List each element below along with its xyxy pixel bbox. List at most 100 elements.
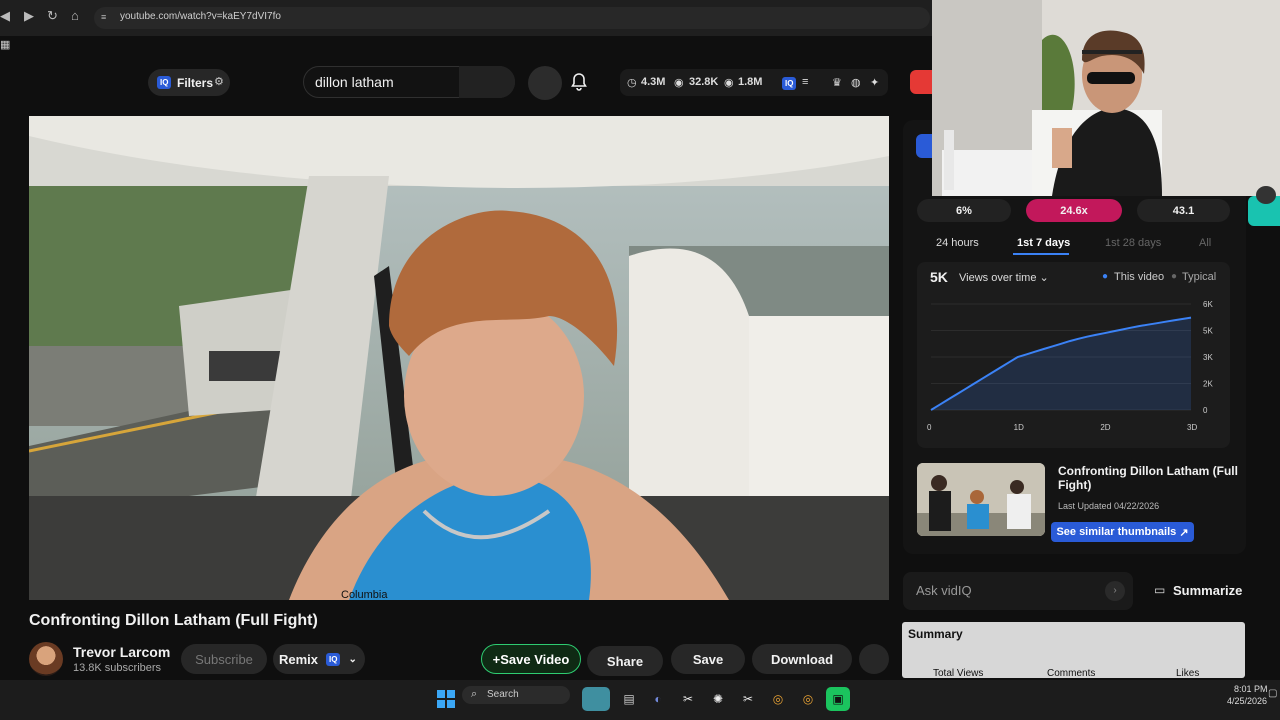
vidiq-icon: IQ <box>157 76 172 89</box>
chatgpt-icon[interactable]: ✺ <box>706 687 730 711</box>
start-icon[interactable] <box>434 687 458 711</box>
y-tick-label: 0 <box>1203 406 1208 415</box>
chrome-icon[interactable]: ◎ <box>766 687 790 711</box>
x-tick-label: 1D <box>1014 423 1024 432</box>
search-query: dillon latham <box>315 74 394 90</box>
file-explorer-icon[interactable]: ▤ <box>617 687 641 711</box>
x-tick-label: 2D <box>1100 423 1110 432</box>
save-label: Save <box>692 651 724 667</box>
summary-col-comments: Comments <box>1047 668 1096 679</box>
trophy-icon[interactable]: ♛ <box>832 76 842 89</box>
browser-toolbar: ◀ ▶ ↻ ⌂ ≡ youtube.com/watch?v=kaEY7dVI7f… <box>0 0 932 36</box>
vidiq-icon[interactable]: IQ <box>782 77 797 90</box>
bell-icon[interactable] <box>569 72 589 92</box>
tab-all[interactable]: All <box>1199 237 1211 249</box>
remix-button[interactable]: Remix IQ ⌄ <box>273 644 365 674</box>
taskbar-search[interactable]: ⌕ Search <box>462 686 570 704</box>
stat-hourly: 32.8K <box>689 76 719 88</box>
clock-icon: ◷ <box>627 77 637 89</box>
shirt-text: Columbia <box>341 589 388 600</box>
webcam-handle[interactable] <box>1256 186 1276 204</box>
views-total: 5K <box>930 269 948 285</box>
summary-card: Summary Total Views Comments Likes <box>902 622 1245 679</box>
y-tick-label: 2K <box>1203 380 1213 389</box>
chat-icon[interactable]: ◍ <box>851 76 861 89</box>
thumbnail-title: Confronting Dillon Latham (Full Fight) <box>1058 464 1238 492</box>
notification-icon[interactable]: ▢ <box>1268 688 1277 699</box>
chrome-profile-icon[interactable]: ◎ <box>796 687 820 711</box>
back-icon[interactable]: ◀ <box>0 8 10 24</box>
last-updated: Last Updated 04/22/2026 <box>1058 501 1160 511</box>
home-icon[interactable]: ⌂ <box>71 8 79 23</box>
search-icon: ⌕ <box>471 688 478 700</box>
webcam-image <box>932 0 1280 196</box>
x-tick-label: 3D <box>1187 423 1197 432</box>
active-app-icon[interactable]: ▣ <box>826 687 850 711</box>
subscribe-label: Subscribe <box>195 651 253 667</box>
legend-typical: Typical <box>1182 271 1217 283</box>
save-button[interactable]: Save <box>671 644 745 674</box>
legend-dot-icon: ● <box>1102 271 1109 282</box>
tab-24-hours[interactable]: 24 hours <box>936 237 979 249</box>
capcut-alt-icon[interactable]: ✂ <box>736 687 760 711</box>
views-dropdown[interactable]: Views over time ⌄ <box>959 271 1049 284</box>
save-video-button[interactable]: +Save Video <box>481 644 581 674</box>
channel-avatar[interactable] <box>29 642 63 676</box>
similar-thumbnails-label: See similar thumbnails <box>1056 526 1177 538</box>
summary-title: Summary <box>908 627 963 641</box>
download-label: Download <box>770 651 834 667</box>
tab-first-7-days[interactable]: 1st 7 days <box>1017 237 1070 249</box>
clock-date: 4/25/2026 <box>1227 696 1268 706</box>
views-dropdown-label: Views over time <box>959 272 1037 284</box>
ratio-outlier: 24.6x <box>1026 199 1122 222</box>
site-info-icon[interactable]: ≡ <box>101 12 106 22</box>
sparkle-icon[interactable]: ✦ <box>870 76 879 89</box>
video-player[interactable]: Columbia <box>29 116 889 600</box>
apps-grid-icon[interactable]: ▦ <box>0 38 10 51</box>
voice-search-button[interactable] <box>528 66 562 100</box>
capcut-icon[interactable]: ✂ <box>676 687 700 711</box>
summary-col-views: Total Views <box>933 668 984 679</box>
ask-vidiq-input[interactable]: Ask vidIQ › <box>903 572 1133 610</box>
filters-button[interactable]: IQ Filters ⚙ <box>148 69 230 96</box>
y-tick-label: 5K <box>1203 327 1213 336</box>
channel-name[interactable]: Trevor Larcom <box>73 644 170 660</box>
search-button[interactable] <box>459 66 515 98</box>
channel-subscribers: 13.8K subscribers <box>73 662 162 674</box>
video-thumbnail[interactable] <box>917 463 1045 536</box>
download-button[interactable]: Download <box>752 644 852 674</box>
discord-icon[interactable]: ◐ <box>646 687 670 711</box>
series-area <box>931 317 1191 410</box>
similar-thumbnails-button[interactable]: See similar thumbnails ↗ <box>1051 522 1194 542</box>
stat-views: 4.3M <box>641 76 666 88</box>
y-tick-label: 3K <box>1203 353 1213 362</box>
video-frame: Columbia <box>29 116 889 600</box>
y-tick-label: 6K <box>1203 300 1213 309</box>
widget-car-icon[interactable] <box>582 687 610 711</box>
tab-first-28-days[interactable]: 1st 28 days <box>1105 237 1161 249</box>
ratio-engagement: 6% <box>917 199 1011 222</box>
subscribe-button[interactable]: Subscribe <box>181 644 267 674</box>
menu-icon[interactable]: ≡ <box>802 76 808 88</box>
forward-icon[interactable]: ▶ <box>24 8 34 24</box>
taskbar-search-label: Search <box>487 689 519 700</box>
active-tab-indicator <box>1013 253 1069 255</box>
save-video-label: +Save Video <box>492 651 570 667</box>
create-button[interactable] <box>910 70 932 94</box>
legend-this-video: This video <box>1114 271 1165 283</box>
webcam-overlay <box>932 0 1280 196</box>
ask-vidiq-placeholder: Ask vidIQ <box>916 583 972 598</box>
more-actions-button[interactable] <box>859 644 889 674</box>
eye-icon: ◉ <box>674 77 684 89</box>
thumbnail-image <box>917 463 1045 536</box>
send-arrow-icon[interactable]: › <box>1105 581 1125 601</box>
reload-icon[interactable]: ↻ <box>47 8 58 24</box>
vidiq-icon: IQ <box>326 652 341 666</box>
remix-label: Remix <box>279 651 319 667</box>
sliders-icon: ⚙ <box>214 76 224 88</box>
url-text[interactable]: youtube.com/watch?v=kaEY7dVI7fo <box>120 11 281 22</box>
ratio-vph: 43.1 <box>1137 199 1230 222</box>
share-button[interactable]: Share <box>587 646 663 676</box>
summarize-button[interactable]: Summarize <box>1173 583 1242 598</box>
share-label: Share <box>606 653 644 669</box>
